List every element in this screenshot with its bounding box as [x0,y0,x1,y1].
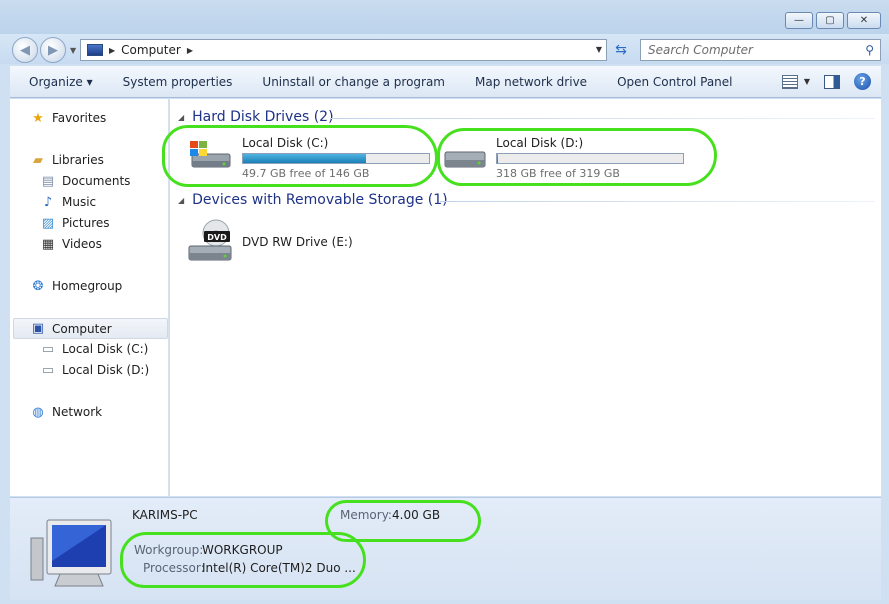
search-input[interactable] [648,43,848,57]
search-box[interactable]: ⚲ [640,39,881,61]
system-properties-button[interactable]: System properties [108,75,248,89]
nav-homegroup[interactable]: ❂ Homegroup [30,278,123,294]
refresh-icon: ⇆ [615,42,627,58]
drive-name: DVD RW Drive (E:) [242,235,353,249]
nav-local-disk-c[interactable]: ▭ Local Disk (C:) [40,341,148,357]
nav-libraries[interactable]: ▰ Libraries [30,152,104,168]
dvd-badge: DVD [207,233,227,242]
search-icon[interactable]: ⚲ [865,43,874,57]
address-row: ◀ ▶ ▼ ▶ Computer ▶ ▼ ⇆ ⚲ [0,34,889,64]
nav-documents[interactable]: ▤ Documents [40,173,131,189]
music-note-icon: ♪ [43,194,53,210]
film-icon: ▦ [41,236,55,252]
group-divider [330,118,875,119]
nav-music[interactable]: ♪ Music [40,194,96,210]
open-control-panel-button[interactable]: Open Control Panel [602,75,747,89]
group-removable-storage[interactable]: ◢ Devices with Removable Storage (1) [178,192,448,208]
computer-icon: ▣ [31,321,45,336]
preview-pane-icon[interactable] [824,74,840,89]
highlight-annotation [437,128,717,186]
view-dropdown-icon[interactable]: ▼ [804,77,810,86]
address-bar[interactable]: ▶ Computer ▶ ▼ [80,39,607,61]
help-icon[interactable]: ? [854,73,871,90]
computer-icon [87,44,103,56]
nav-network[interactable]: ◍ Network [30,404,102,420]
hard-drive-icon: ▭ [41,362,55,378]
group-hard-disk-drives[interactable]: ◢ Hard Disk Drives (2) [178,109,334,125]
documents-icon: ▤ [41,173,55,189]
minimize-button[interactable]: — [785,12,813,29]
maximize-button[interactable]: ▢ [816,12,844,29]
navigation-pane: ★ Favorites ▰ Libraries ▤ Documents ♪ Mu… [10,99,169,496]
back-button[interactable]: ◀ [12,37,38,63]
computer-name: KARIMS-PC [132,508,198,522]
map-network-drive-button[interactable]: Map network drive [460,75,602,89]
highlight-annotation [120,532,366,588]
refresh-button[interactable]: ⇆ [610,40,632,60]
library-folder-icon: ▰ [33,152,43,168]
address-dropdown-icon[interactable]: ▼ [596,45,602,54]
nav-computer[interactable]: ▣ Computer [13,318,168,339]
organize-menu[interactable]: Organize ▾ [10,75,108,89]
window-controls: — ▢ ✕ [785,12,881,29]
breadcrumb-computer[interactable]: Computer [121,43,181,57]
forward-button[interactable]: ▶ [40,37,66,63]
collapse-triangle-icon[interactable]: ◢ [178,196,184,205]
dvd-drive-icon: DVD [188,219,232,261]
command-bar: Organize ▾ System properties Uninstall o… [10,66,881,98]
recent-pages-dropdown[interactable]: ▼ [70,46,76,55]
pictures-icon: ▨ [41,215,55,231]
back-arrow-icon: ◀ [20,42,30,58]
star-icon: ★ [32,110,44,126]
nav-videos[interactable]: ▦ Videos [40,236,102,252]
change-view-icon[interactable] [781,74,798,89]
highlight-annotation [162,125,438,187]
close-button[interactable]: ✕ [847,12,881,29]
collapse-triangle-icon[interactable]: ◢ [178,113,184,122]
nav-pictures[interactable]: ▨ Pictures [40,215,110,231]
group-divider [440,201,875,202]
drive-tile-e[interactable]: DVD DVD RW Drive (E:) [186,217,386,267]
nav-favorites[interactable]: ★ Favorites [30,110,106,126]
forward-arrow-icon: ▶ [48,42,58,58]
windows-drive-icon: ▭ [41,341,55,357]
computer-monitor-icon [30,519,112,587]
breadcrumb-chevron-icon[interactable]: ▶ [109,46,115,55]
breadcrumb-chevron-icon[interactable]: ▶ [187,46,193,55]
toolbar-right: ▼ ? [781,73,871,90]
title-bar: — ▢ ✕ [0,0,889,34]
homegroup-icon: ❂ [32,278,44,294]
nav-local-disk-d[interactable]: ▭ Local Disk (D:) [40,362,149,378]
uninstall-program-button[interactable]: Uninstall or change a program [247,75,460,89]
network-icon: ◍ [32,404,44,420]
